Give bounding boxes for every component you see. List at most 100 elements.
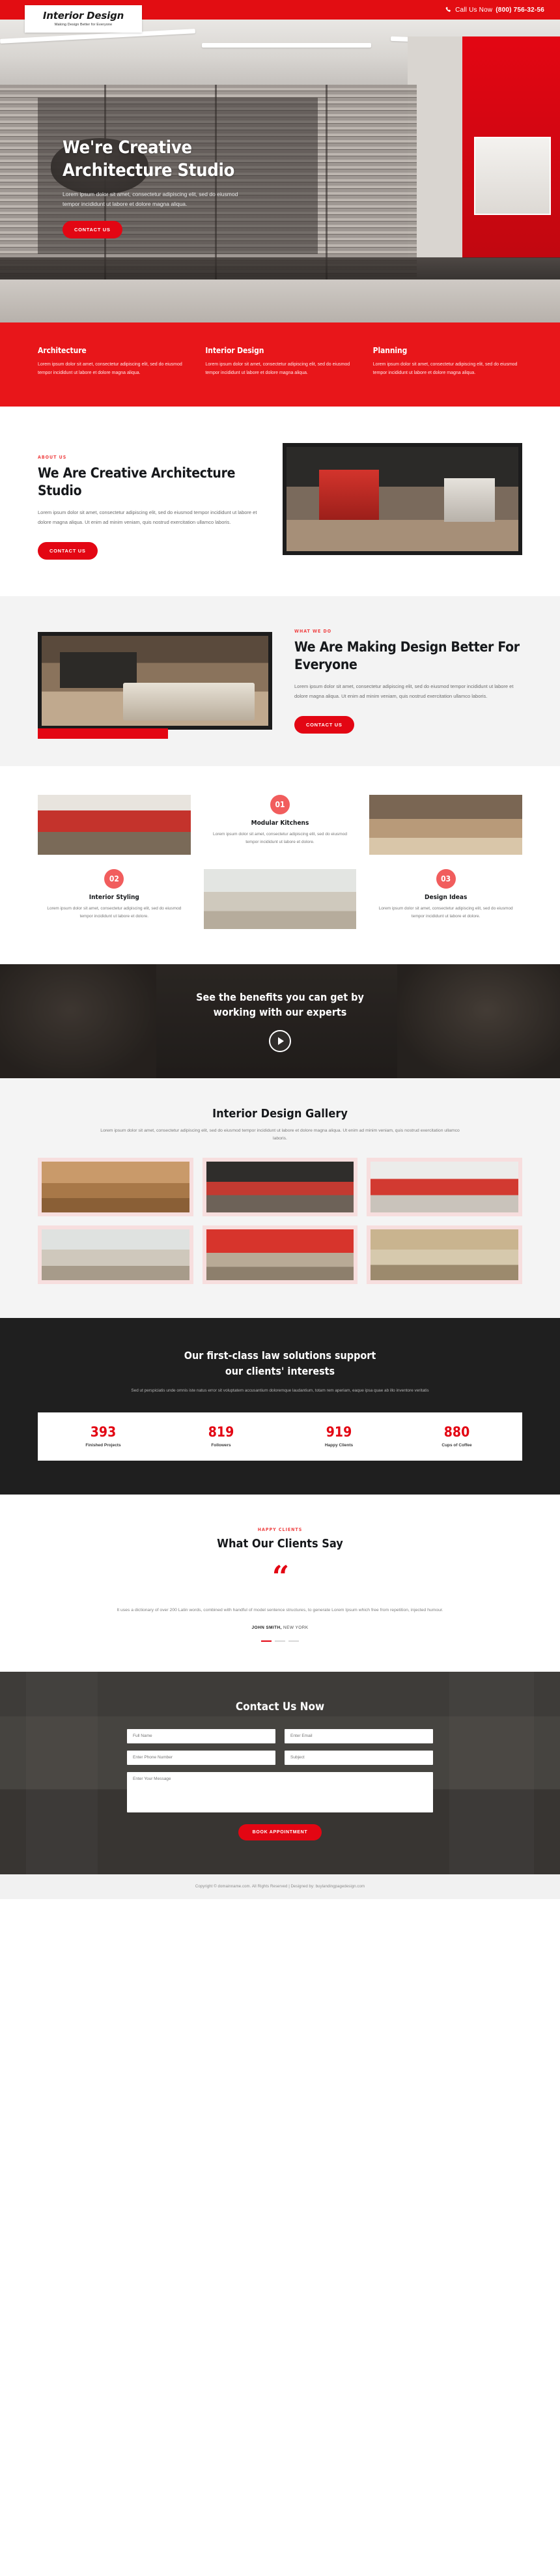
what-we-do-paragraph: Lorem ipsum dolor sit amet, consectetur … xyxy=(294,683,514,699)
stat-finished-projects: 393 Finished Projects xyxy=(44,1425,162,1448)
stats-heading-line-1: Our first-class law solutions support xyxy=(184,1349,376,1362)
testimonial-body: It uses a dictionary of over 200 Latin w… xyxy=(117,1607,443,1612)
book-appointment-button[interactable]: BOOK APPOINTMENT xyxy=(238,1824,322,1840)
feature-image-living xyxy=(203,868,357,929)
contact-heading: Contact Us Now xyxy=(235,1700,325,1713)
feature-image-stairs xyxy=(369,794,522,855)
gallery-item-6[interactable] xyxy=(367,1225,522,1285)
message-textarea[interactable] xyxy=(127,1771,433,1812)
gallery-item-3[interactable] xyxy=(367,1158,522,1217)
about-paragraph: Lorem ipsum dolor sit amet, consectetur … xyxy=(38,509,257,526)
contact-form: BOOK APPOINTMENT xyxy=(127,1728,433,1840)
video-heading: See the benefits you can get by working … xyxy=(196,990,364,1020)
gallery-section: Interior Design Gallery Lorem ipsum dolo… xyxy=(0,1078,560,1319)
about-image xyxy=(283,442,522,555)
hero-paragraph: Lorem ipsum dolor sit amet, consectetur … xyxy=(63,191,238,207)
feature-text: Lorem ipsum dolor sit amet, consectetur … xyxy=(378,906,513,919)
about-eyebrow: ABOUT US xyxy=(38,454,67,460)
video-overlay xyxy=(0,964,560,1078)
stat-label: Followers xyxy=(211,1442,231,1448)
video-heading-line-2: working with our experts xyxy=(213,1006,347,1019)
slider-dot-3[interactable] xyxy=(288,1640,299,1642)
decorative-red-bar xyxy=(38,728,168,739)
call-us-now[interactable]: Call Us Now (800) 756-32-56 xyxy=(445,7,544,14)
testimonial-author: JOHN SMITH, NEW YORK xyxy=(38,1625,522,1630)
service-item-planning: Planning Lorem ipsum dolor sit amet, con… xyxy=(373,346,522,378)
gallery-heading: Interior Design Gallery xyxy=(212,1106,348,1121)
hero-heading-line-2: Architecture Studio xyxy=(63,160,235,180)
what-we-do-image xyxy=(38,632,272,730)
stats-counter-row: 393 Finished Projects 819 Followers 919 … xyxy=(38,1412,522,1461)
testimonial-author-location: NEW YORK xyxy=(283,1625,309,1630)
slider-dot-2[interactable] xyxy=(275,1640,285,1642)
stat-followers: 819 Followers xyxy=(162,1425,280,1448)
call-us-label: Call Us Now xyxy=(455,6,493,14)
feature-thumbnail xyxy=(369,794,522,855)
stat-happy-clients: 919 Happy Clients xyxy=(280,1425,398,1448)
testimonial-heading: What Our Clients Say xyxy=(217,1536,343,1551)
service-item-architecture: Architecture Lorem ipsum dolor sit amet,… xyxy=(38,346,187,378)
testimonial-eyebrow: HAPPY CLIENTS xyxy=(257,1526,303,1532)
logo-tagline: Making Design Better for Everyone xyxy=(54,23,113,27)
slider-dot-1[interactable] xyxy=(261,1640,272,1642)
stats-heading: Our first-class law solutions support ou… xyxy=(38,1348,522,1379)
phone-icon xyxy=(445,7,452,13)
feature-title: Design Ideas xyxy=(425,893,468,901)
testimonial-author-name: JOHN SMITH, xyxy=(251,1625,282,1630)
stats-section: Our first-class law solutions support ou… xyxy=(0,1318,560,1495)
service-text: Lorem ipsum dolor sit amet, consectetur … xyxy=(205,362,350,375)
service-text: Lorem ipsum dolor sit amet, consectetur … xyxy=(372,362,518,375)
stats-heading-line-2: our clients' interests xyxy=(225,1365,335,1378)
stat-label: Happy Clients xyxy=(324,1442,354,1448)
feature-card-03: 03 Design Ideas Lorem ipsum dolor sit am… xyxy=(369,868,522,929)
about-section: ABOUT US We Are Creative Architecture St… xyxy=(0,406,560,596)
hero-heading-line-1: We're Creative xyxy=(63,137,192,158)
subject-input[interactable] xyxy=(285,1750,433,1765)
gallery-item-2[interactable] xyxy=(202,1158,358,1217)
feature-image-kitchen xyxy=(38,794,191,855)
feature-text: Lorem ipsum dolor sit amet, consectetur … xyxy=(47,906,182,919)
feature-title: Interior Styling xyxy=(89,893,139,901)
gallery-item-5[interactable] xyxy=(202,1225,358,1285)
feature-title: Modular Kitchens xyxy=(251,819,309,827)
hero-content: We're Creative Architecture Studio Lorem… xyxy=(63,137,277,238)
full-name-input[interactable] xyxy=(127,1728,275,1743)
feature-thumbnail xyxy=(38,794,191,855)
logo-title: Interior Design xyxy=(42,10,124,21)
feature-number-badge: 01 xyxy=(270,794,290,814)
stat-label: Finished Projects xyxy=(85,1442,121,1448)
about-contact-us-button[interactable]: CONTACT US xyxy=(38,541,98,560)
copyright-text: Copyright © domainname.com. All Rights R… xyxy=(195,1884,365,1889)
features-grid: 01 Modular Kitchens Lorem ipsum dolor si… xyxy=(0,766,560,964)
feature-thumbnail xyxy=(203,868,357,929)
service-title: Planning xyxy=(372,346,408,355)
services-bar: Architecture Lorem ipsum dolor sit amet,… xyxy=(0,322,560,407)
stat-cups-of-coffee: 880 Cups of Coffee xyxy=(398,1425,516,1448)
service-title: Interior Design xyxy=(205,346,264,355)
service-item-interior-design: Interior Design Lorem ipsum dolor sit am… xyxy=(205,346,354,378)
stat-value: 919 xyxy=(326,1424,352,1440)
phone-number[interactable]: (800) 756-32-56 xyxy=(496,7,544,14)
feature-card-02: 02 Interior Styling Lorem ipsum dolor si… xyxy=(38,868,191,929)
service-text: Lorem ipsum dolor sit amet, consectetur … xyxy=(38,362,182,375)
what-we-do-section: WHAT WE DO We Are Making Design Better F… xyxy=(0,595,560,766)
play-icon[interactable] xyxy=(269,1030,291,1053)
stat-value: 819 xyxy=(208,1424,234,1440)
footer: Copyright © domainname.com. All Rights R… xyxy=(0,1874,560,1899)
hero-heading: We're Creative Architecture Studio xyxy=(63,137,277,182)
stat-value: 880 xyxy=(443,1424,470,1440)
phone-input[interactable] xyxy=(127,1750,275,1765)
email-input[interactable] xyxy=(285,1728,433,1743)
gallery-item-1[interactable] xyxy=(38,1158,193,1217)
logo[interactable]: Interior Design Making Design Better for… xyxy=(25,5,142,33)
feature-card-01: 01 Modular Kitchens Lorem ipsum dolor si… xyxy=(204,794,357,855)
about-heading: We Are Creative Architecture Studio xyxy=(38,465,236,499)
service-title: Architecture xyxy=(38,346,87,355)
hero-contact-us-button[interactable]: CONTACT US xyxy=(63,220,122,238)
testimonial-slider-dots xyxy=(38,1640,522,1642)
quote-icon: “ xyxy=(272,1558,289,1594)
gallery-item-4[interactable] xyxy=(38,1225,193,1285)
contact-section: Contact Us Now BOOK APPOINTMENT xyxy=(0,1671,560,1874)
what-we-do-contact-us-button[interactable]: CONTACT US xyxy=(294,715,354,734)
video-heading-line-1: See the benefits you can get by xyxy=(196,990,364,1003)
